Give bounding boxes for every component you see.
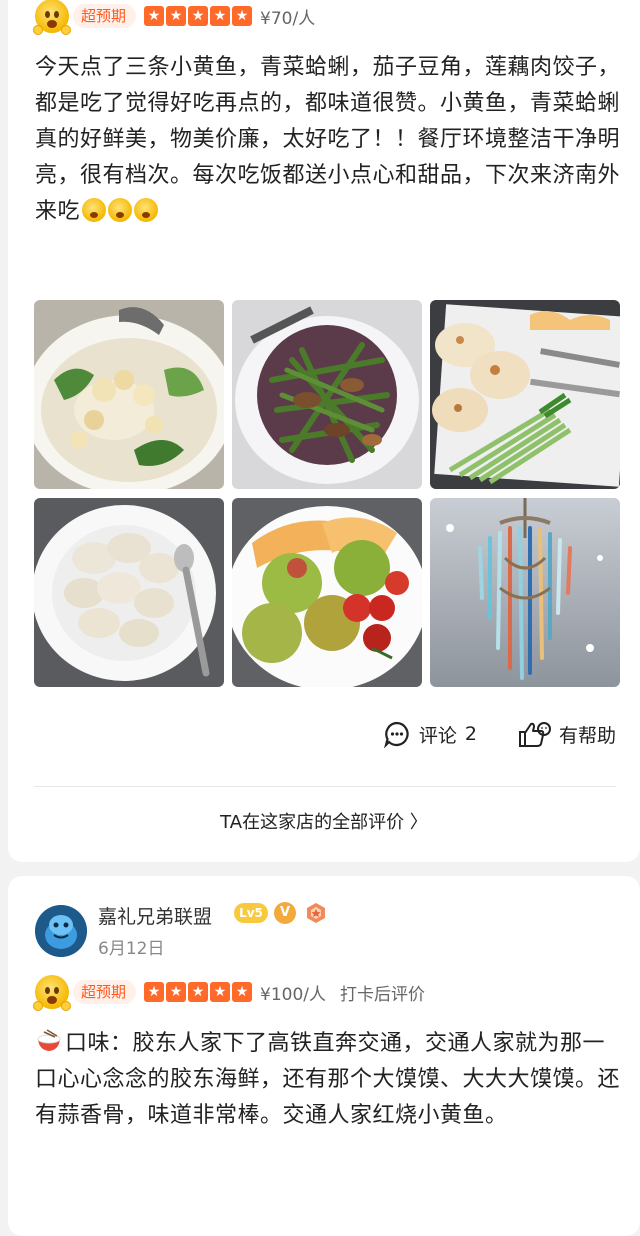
photo-dumplings[interactable] [34,498,224,687]
comment-icon [383,721,409,748]
photo-eggplant-green-beans[interactable] [232,300,422,489]
checkin-review-label: 打卡后评价 [340,984,426,1005]
divider [34,786,616,787]
avatar[interactable] [35,905,87,957]
star-icon: ★ [210,982,231,1002]
comment-count: 2 [464,723,477,745]
shocked-emoji-icon [108,198,133,222]
exceed-expectation-tag: 超预期 [73,980,137,1004]
all-reviews-link[interactable]: TA在这家店的全部评价 〉 [8,808,640,834]
photo-lychee-melon-tomato[interactable] [232,498,422,687]
photo-fried-buns-scallions[interactable] [430,300,620,489]
star-icon: ★ [188,6,209,26]
star-icon: ★ [210,6,231,26]
review-card-2: 嘉礼兄弟联盟 Lv5 V 6月12日 超预期 ★ ★ ★ ★ ★ ¥100/人 … [8,876,640,1236]
review-meta-row: 超预期 ★ ★ ★ ★ ★ ¥70/人 [33,0,329,35]
photo-clam-vegetable-soup[interactable] [34,300,224,489]
review-body: 口味：胶东人家下了高铁直奔交通，交通人家就为那一口心心念念的胶东海鲜，还有那个大… [35,1031,621,1128]
review-text: 口味：胶东人家下了高铁直奔交通，交通人家就为那一口心心念念的胶东海鲜，还有那个大… [35,1026,625,1134]
review-card-1: 超预期 ★ ★ ★ ★ ★ ¥70/人 今天点了三条小黄鱼，青菜蛤蜊，茄子豆角，… [8,0,640,862]
v-badge-icon: V [274,902,296,924]
review-meta-row: 超预期 ★ ★ ★ ★ ★ ¥100/人 打卡后评价 [33,975,426,1011]
lychee-plate-image [232,498,422,687]
helpful-button[interactable]: 有帮助 [517,720,616,748]
review-text: 今天点了三条小黄鱼，青菜蛤蜊，茄子豆角，莲藕肉饺子，都是吃了觉得好吃再点的，都味… [35,50,625,230]
comment-button[interactable]: 评论 2 [383,720,477,748]
helpful-label: 有帮助 [558,724,616,747]
price-per-person: ¥100/人 [260,984,327,1005]
star-icon: ★ [166,6,187,26]
review-actions: 评论 2 有帮助 [383,720,616,748]
comment-label: 评论 [418,724,457,747]
shocked-emoji-icon [134,198,159,222]
helpful-icon [518,722,551,747]
clam-soup-image [34,300,224,489]
rice-bowl-icon [37,1029,61,1051]
star-icon: ★ [232,6,253,26]
star-icon: ★ [144,6,165,26]
surprised-emoji-icon [33,0,71,35]
star-icon: ★ [144,982,165,1002]
medal-icon [307,903,325,923]
dumplings-image [34,498,224,687]
review-date: 6月12日 [98,939,165,959]
star-rating: ★ ★ ★ ★ ★ [144,6,253,26]
star-icon: ★ [232,982,253,1002]
photo-crystal-chandelier[interactable] [430,498,620,687]
surprised-emoji-icon [33,975,71,1011]
star-icon: ★ [188,982,209,1002]
photo-grid [34,300,620,687]
avatar-image [35,905,87,957]
exceed-expectation-tag: 超预期 [73,4,137,28]
eggplant-beans-image [232,300,422,489]
star-rating: ★ ★ ★ ★ ★ [144,982,253,1002]
chandelier-image [430,498,620,687]
level-badge: Lv5 [234,903,268,923]
star-icon: ★ [166,982,187,1002]
price-per-person: ¥70/人 [260,8,316,29]
shocked-emoji-icon [82,198,107,222]
username[interactable]: 嘉礼兄弟联盟 [98,902,212,929]
buns-scallions-image [430,300,620,489]
